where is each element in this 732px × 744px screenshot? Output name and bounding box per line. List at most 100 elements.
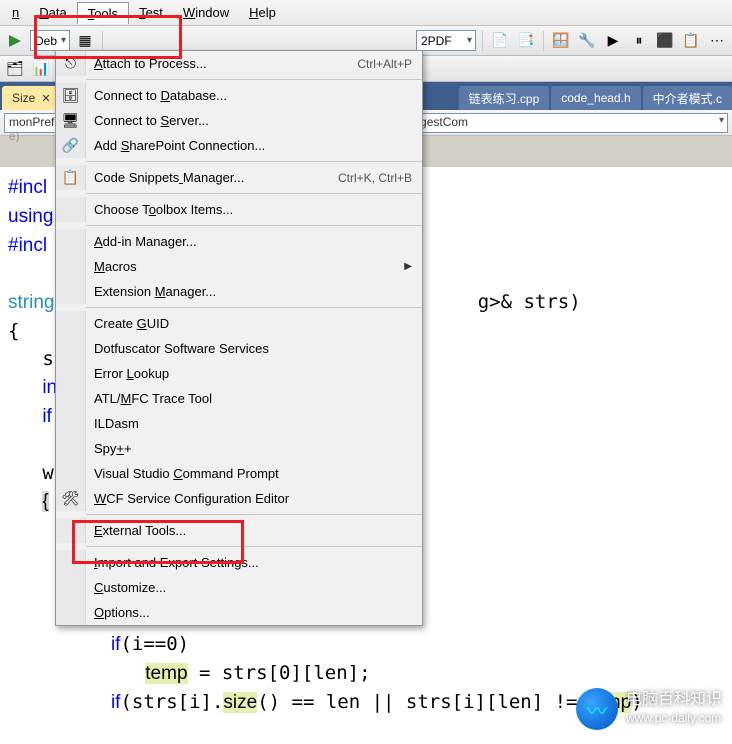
- menu-item-label: Extension Manager...: [86, 284, 412, 299]
- submenu-arrow-icon: ▶: [404, 261, 412, 272]
- menu-n[interactable]: n: [2, 2, 29, 23]
- blank-icon: [56, 254, 86, 279]
- file-tab[interactable]: code_head.h: [551, 86, 640, 110]
- menu-item-ildasm[interactable]: ILDasm: [56, 411, 422, 436]
- toolbar-icon[interactable]: 🔧: [576, 30, 598, 52]
- menu-item-create-guid[interactable]: Create GUID: [56, 311, 422, 336]
- menu-item-label: Customize...: [86, 580, 412, 595]
- blank-icon: [56, 197, 86, 222]
- menu-item-label: Add-in Manager...: [86, 234, 412, 249]
- blank-icon: [56, 461, 86, 486]
- toolbar-icon[interactable]: ⏸: [628, 30, 650, 52]
- menu-item-atl-mfc-trace-tool[interactable]: ATL/MFC Trace Tool: [56, 386, 422, 411]
- menu-item-connect-to-server[interactable]: 🖥Connect to Server...: [56, 108, 422, 133]
- menu-item-external-tools[interactable]: External Tools...: [56, 518, 422, 543]
- menu-help[interactable]: Help: [239, 2, 286, 23]
- menu-tools[interactable]: Tools: [77, 2, 129, 24]
- db-icon: 🗄: [56, 83, 86, 108]
- menu-item-error-lookup[interactable]: Error Lookup: [56, 361, 422, 386]
- blank-icon: [56, 279, 86, 304]
- srv-icon: 🖥: [56, 108, 86, 133]
- blank-icon: [56, 386, 86, 411]
- blank-icon: [56, 436, 86, 461]
- menu-item-label: Choose Toolbox Items...: [86, 202, 412, 217]
- menu-item-label: Macros: [86, 259, 400, 274]
- menu-window[interactable]: Window: [173, 2, 239, 23]
- toolbar-icon[interactable]: 📑: [515, 30, 537, 52]
- sp-icon: 🔗: [56, 133, 86, 158]
- file-tab[interactable]: 链表练习.cpp: [459, 86, 550, 110]
- menu-item-label: Visual Studio Command Prompt: [86, 466, 412, 481]
- close-icon[interactable]: ✕: [41, 92, 50, 105]
- toolbar-icon[interactable]: 🗂: [4, 58, 26, 80]
- separator: [543, 31, 544, 51]
- toolbar-icon[interactable]: 📊: [30, 58, 52, 80]
- logo-icon: 〰: [576, 688, 618, 730]
- blank-icon: [56, 575, 86, 600]
- menu-separator: [86, 225, 422, 226]
- menu-item-label: Import and Export Settings...: [86, 555, 412, 570]
- menu-item-label: WCF Service Configuration Editor: [86, 491, 412, 506]
- wcf-icon: 🛠: [56, 486, 86, 511]
- separator: [102, 31, 103, 51]
- menu-separator: [86, 79, 422, 80]
- member-combo[interactable]: longestCom: [383, 113, 728, 133]
- toolbar-icon[interactable]: ▶: [602, 30, 624, 52]
- menu-item-connect-to-database[interactable]: 🗄Connect to Database...: [56, 83, 422, 108]
- file-tab[interactable]: Size✕: [2, 86, 61, 110]
- separator: [482, 31, 483, 51]
- menu-data[interactable]: Data: [29, 2, 76, 23]
- menu-item-label: Connect to Database...: [86, 88, 412, 103]
- menu-test[interactable]: Test: [129, 2, 173, 23]
- blank-icon: [56, 336, 86, 361]
- menu-separator: [86, 193, 422, 194]
- blank-icon: [56, 518, 86, 543]
- menu-separator: [86, 161, 422, 162]
- watermark: 〰 电脑百科知识www.pc-daily.com: [576, 688, 722, 730]
- blank-icon: [56, 361, 86, 386]
- menu-item-label: Error Lookup: [86, 366, 412, 381]
- toolbar-icon[interactable]: ⋯: [706, 30, 728, 52]
- menu-item-options[interactable]: Options...: [56, 600, 422, 625]
- menu-item-import-and-export-settings[interactable]: Import and Export Settings...: [56, 550, 422, 575]
- menu-separator: [86, 307, 422, 308]
- blank-icon: [56, 550, 86, 575]
- toolbar-icon[interactable]: ⬛: [654, 30, 676, 52]
- file-tab[interactable]: 中介者模式.c: [643, 86, 732, 110]
- snip-icon: 📋: [56, 165, 86, 190]
- config-combo[interactable]: Deb: [30, 30, 70, 51]
- menu-item-label: Spy++: [86, 441, 412, 456]
- menu-item-label: ILDasm: [86, 416, 412, 431]
- menu-item-extension-manager[interactable]: Extension Manager...: [56, 279, 422, 304]
- menu-item-add-sharepoint-connection[interactable]: 🔗Add SharePoint Connection...: [56, 133, 422, 158]
- menu-item-spy[interactable]: Spy++: [56, 436, 422, 461]
- menu-item-code-snippets-manager[interactable]: 📋Code Snippets Manager...Ctrl+K, Ctrl+B: [56, 165, 422, 190]
- menu-item-wcf-service-configuration-editor[interactable]: 🛠WCF Service Configuration Editor: [56, 486, 422, 511]
- attach-icon: ⎋: [56, 51, 86, 76]
- toolbar-icon[interactable]: 🪟: [550, 30, 572, 52]
- blank-icon: [56, 411, 86, 436]
- menu-item-label: Create GUID: [86, 316, 412, 331]
- menu-item-label: Dotfuscator Software Services: [86, 341, 412, 356]
- blank-icon: [56, 600, 86, 625]
- blank-icon: [56, 311, 86, 336]
- menu-item-customize[interactable]: Customize...: [56, 575, 422, 600]
- menu-item-dotfuscator-software-services[interactable]: Dotfuscator Software Services: [56, 336, 422, 361]
- menu-item-attach-to-process[interactable]: ⎋Attach to Process...Ctrl+Alt+P: [56, 51, 422, 76]
- toolbar-icon[interactable]: 📄: [489, 30, 511, 52]
- menu-item-label: Add SharePoint Connection...: [86, 138, 412, 153]
- menu-item-label: Code Snippets Manager...: [86, 170, 338, 185]
- run-icon[interactable]: [4, 30, 26, 52]
- export-combo[interactable]: 2PDF: [416, 30, 476, 51]
- toolbar-icon[interactable]: ▦: [74, 30, 96, 52]
- menu-item-label: External Tools...: [86, 523, 412, 538]
- menu-item-label: Attach to Process...: [86, 56, 357, 71]
- menu-item-choose-toolbox-items[interactable]: Choose Toolbox Items...: [56, 197, 422, 222]
- menu-item-visual-studio-command-prompt[interactable]: Visual Studio Command Prompt: [56, 461, 422, 486]
- menu-item-label: Connect to Server...: [86, 113, 412, 128]
- menu-item-macros[interactable]: Macros ▶: [56, 254, 422, 279]
- menu-item-add-in-manager[interactable]: Add-in Manager...: [56, 229, 422, 254]
- toolbar-icon[interactable]: 📋: [680, 30, 702, 52]
- menu-separator: [86, 546, 422, 547]
- shortcut-label: Ctrl+K, Ctrl+B: [338, 171, 412, 185]
